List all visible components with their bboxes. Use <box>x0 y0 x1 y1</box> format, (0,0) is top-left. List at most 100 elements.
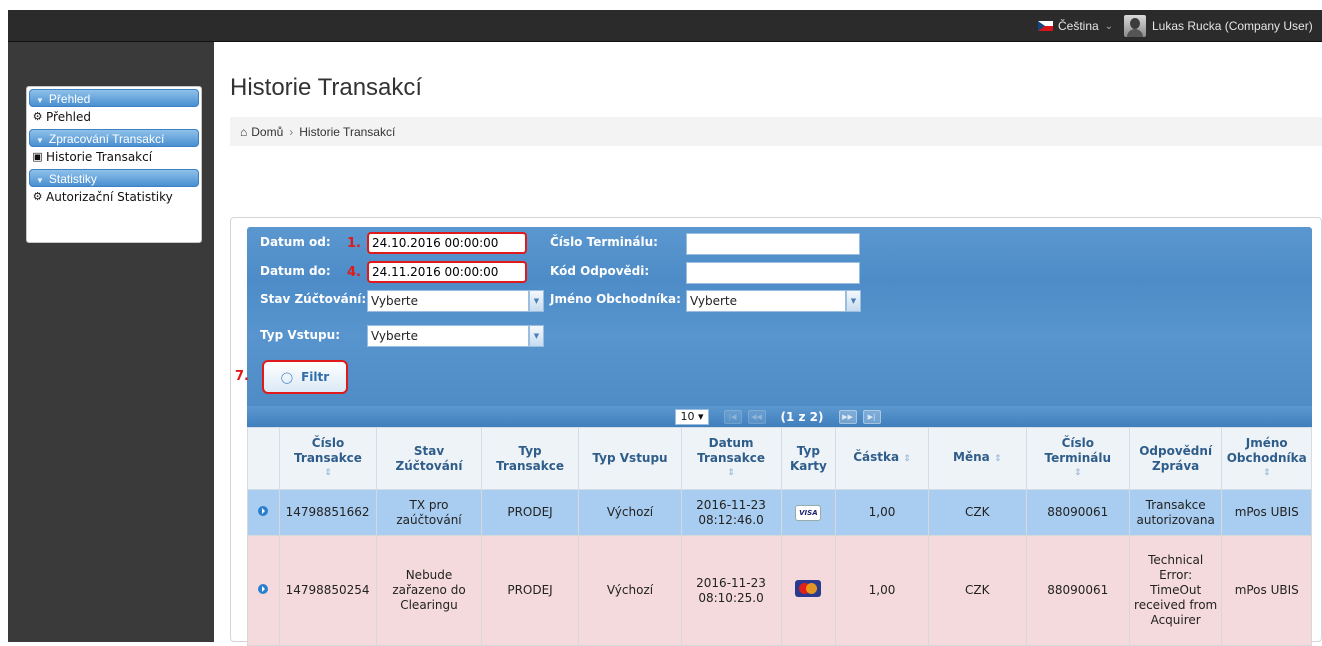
chevron-down-icon: ⌄ <box>1104 20 1114 32</box>
column-header-input-type: Typ Vstupu <box>578 427 682 490</box>
chevron-right-icon: › <box>289 124 294 139</box>
chevron-down-icon[interactable]: ▼ <box>846 290 861 312</box>
user-name: Lukas Rucka (Company User) <box>1152 19 1313 33</box>
date-to-input[interactable]: 24.11.2016 00:00:00 <box>367 261 527 283</box>
page-size-select[interactable]: 10 ▾ <box>675 408 709 425</box>
cell-tx-type: PRODEJ <box>480 535 580 646</box>
column-header-tx-date[interactable]: Datum Transakce ⇕ <box>680 427 782 490</box>
expand-row-icon[interactable] <box>258 584 269 594</box>
sidebar-section-statistiky[interactable]: ▼ Statistiky <box>29 169 199 187</box>
mastercard-icon <box>795 580 822 597</box>
column-header-currency[interactable]: Měna ⇕ <box>927 427 1027 490</box>
prev-page-icon[interactable]: ◀◀ <box>747 409 766 424</box>
column-header-label: Typ Transakce <box>496 443 564 473</box>
sort-icon: ⇕ <box>324 468 332 478</box>
column-header-label: Částka <box>853 450 900 464</box>
annotation-4: 4. <box>347 265 361 280</box>
column-header-label: Jméno Obchodníka <box>1226 436 1307 465</box>
expand-cell[interactable] <box>247 535 280 646</box>
column-header-label: Odpovědní Zpráva <box>1139 443 1213 473</box>
language-selector[interactable]: Čeština ⌄ <box>1038 10 1113 42</box>
refresh-icon: ◯ <box>280 370 294 384</box>
sidebar-item-autorizacni[interactable]: ⚙ Autorizační Statistiky <box>27 187 201 207</box>
table-row[interactable]: 14798851662 TX pro zaúčtování PRODEJ Výc… <box>247 489 1312 536</box>
cell-settlement: Nebude zařazeno do Clearingu <box>376 535 482 646</box>
avatar <box>1124 15 1146 37</box>
sidebar-section-title: Přehled <box>48 92 91 106</box>
terminal-input[interactable] <box>686 233 860 255</box>
sidebar-item-historie[interactable]: ▣ Historie Transakcí <box>27 147 201 167</box>
cell-currency: CZK <box>927 535 1027 646</box>
date-to-label: Datum do: <box>260 264 331 278</box>
sort-icon: ⇕ <box>1074 468 1082 478</box>
breadcrumb-current: Historie Transakcí <box>299 124 396 139</box>
column-header-terminal[interactable]: Číslo Terminálu ⇕ <box>1025 427 1130 490</box>
column-header-label: Datum Transakce <box>697 436 765 465</box>
column-header-settlement: Stav Zúčtování <box>376 427 482 490</box>
cell-tx-type: PRODEJ <box>480 489 580 536</box>
chevron-down-icon: ▼ <box>36 96 44 105</box>
table-row[interactable]: 14798850254 Nebude zařazeno do Clearingu… <box>247 535 1312 646</box>
sidebar-item-label: Přehled <box>46 110 92 124</box>
chevron-down-icon: ▼ <box>36 176 44 185</box>
table-header-row: Číslo Transakce ⇕ Stav Zúčtování Typ Tran… <box>247 427 1312 490</box>
input-type-select[interactable]: Vyberte <box>367 325 529 347</box>
column-header-label: Měna <box>953 450 990 464</box>
first-page-icon[interactable]: |◀ <box>723 409 742 424</box>
merchant-label: Jméno Obchodníka: <box>550 292 681 306</box>
filter-button[interactable]: ◯ Filtr <box>262 360 348 394</box>
chevron-down-icon[interactable]: ▼ <box>529 325 544 347</box>
user-menu[interactable]: Lukas Rucka (Company User) <box>1124 10 1313 42</box>
chevron-down-icon[interactable]: ▼ <box>529 290 544 312</box>
response-code-input[interactable] <box>686 262 860 284</box>
sort-icon: ⇕ <box>1262 468 1271 478</box>
language-label: Čeština <box>1058 19 1099 33</box>
sidebar-section-prehled[interactable]: ▼ Přehled <box>29 89 199 107</box>
cell-transaction-no: 14798851662 <box>278 489 378 536</box>
column-header-transaction-no[interactable]: Číslo Transakce ⇕ <box>278 427 378 490</box>
home-icon: ⌂ <box>240 124 248 139</box>
column-header-merchant[interactable]: Jméno Obchodníka ⇕ <box>1221 427 1312 490</box>
page-title: Historie Transakcí <box>230 74 423 101</box>
cell-input-type: Výchozí <box>578 489 682 536</box>
czech-flag-icon <box>1038 21 1053 31</box>
cell-currency: CZK <box>927 489 1027 536</box>
sidebar-section-title: Zpracování Transakcí <box>48 132 165 146</box>
cell-merchant: mPos UBIS <box>1221 489 1312 536</box>
column-header-label: Typ Vstupu <box>592 451 668 465</box>
top-navbar: Čeština ⌄ Lukas Rucka (Company User) <box>8 10 1322 42</box>
settlement-select[interactable]: Vyberte <box>367 290 529 312</box>
visa-card-icon: VISA <box>795 505 822 521</box>
cell-transaction-no: 14798850254 <box>278 535 378 646</box>
expand-row-icon[interactable] <box>258 506 269 516</box>
last-page-icon[interactable]: ▶| <box>862 409 881 424</box>
sidebar-item-label: Autorizační Statistiky <box>46 190 173 204</box>
cell-card-type <box>780 535 837 646</box>
column-header-label: Číslo Terminálu <box>1044 436 1112 465</box>
next-page-icon[interactable]: ▶▶ <box>838 409 857 424</box>
column-header-tx-type: Typ Transakce <box>480 427 580 490</box>
expand-cell[interactable] <box>247 489 280 536</box>
cell-card-type: VISA <box>780 489 837 536</box>
column-header-label: Stav Zúčtování <box>395 443 463 473</box>
cell-response: Technical Error: TimeOut received from A… <box>1128 535 1223 646</box>
sort-icon: ⇕ <box>993 454 1002 464</box>
cell-amount: 1,00 <box>835 535 929 646</box>
breadcrumb-home-link[interactable]: Domů <box>251 125 283 139</box>
sidebar-section-zpracovani[interactable]: ▼ Zpracování Transakcí <box>29 129 199 147</box>
cell-tx-date: 2016-11-23 08:12:46.0 <box>680 489 782 536</box>
breadcrumb: ⌂ Domů › Historie Transakcí <box>230 117 1322 146</box>
column-header-card-type: Typ Karty <box>780 427 837 490</box>
date-from-input[interactable]: 24.10.2016 00:00:00 <box>367 232 527 254</box>
cell-settlement: TX pro zaúčtování <box>376 489 482 536</box>
merchant-select[interactable]: Vyberte <box>686 290 846 312</box>
sidebar-item-prehled[interactable]: ⚙ Přehled <box>27 107 201 127</box>
cell-tx-date: 2016-11-23 08:10:25.0 <box>680 535 782 646</box>
dashboard-icon: ⚙ <box>32 110 43 123</box>
column-header-response: Odpovědní Zpráva <box>1128 427 1223 490</box>
settlement-label: Stav Zúčtování: <box>260 292 367 306</box>
sort-icon: ⇕ <box>727 468 735 478</box>
cell-terminal: 88090061 <box>1025 489 1130 536</box>
column-header-amount[interactable]: Částka ⇕ <box>835 427 929 490</box>
cell-merchant: mPos UBIS <box>1221 535 1312 646</box>
